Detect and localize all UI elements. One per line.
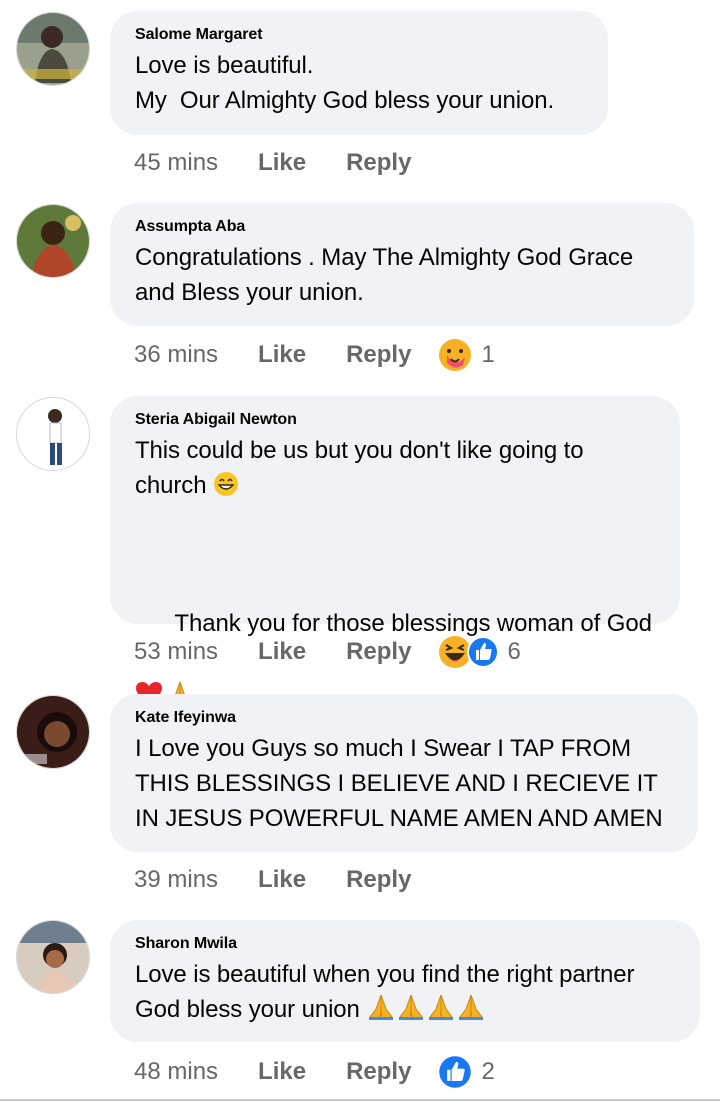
comment-bubble: Assumpta Aba Congratulations . May The A…	[110, 203, 694, 326]
avatar[interactable]	[16, 204, 90, 278]
comment-time[interactable]: 48 mins	[134, 1058, 218, 1086]
comment-author[interactable]: Kate Ifeyinwa	[135, 708, 672, 728]
comment-time[interactable]: 45 mins	[134, 149, 218, 177]
comment-actions: 39 mins Like Reply	[134, 865, 411, 895]
like-reaction-icon	[467, 636, 500, 668]
comment-time[interactable]: 36 mins	[134, 341, 218, 369]
folded-hands-icon	[399, 994, 424, 1020]
comment-author[interactable]: Assumpta Aba	[135, 217, 668, 237]
comment-bubble: Steria Abigail Newton This could be us b…	[110, 396, 680, 707]
comment-time[interactable]: 53 mins	[134, 638, 218, 666]
comment-time[interactable]: 39 mins	[134, 866, 218, 894]
comment-bubble: Kate Ifeyinwa I Love you Guys so much I …	[110, 694, 698, 852]
comment-text-line: Thank you for those blessings woman of G…	[174, 610, 652, 637]
comment-actions: 48 mins Like Reply 2	[134, 1054, 495, 1090]
reply-button[interactable]: Reply	[346, 638, 411, 666]
reaction-count: 6	[507, 638, 521, 665]
reaction-count: 2	[481, 1058, 495, 1085]
comment-bubble: Salome Margaret Love is beautiful. My Ou…	[110, 11, 608, 135]
care-reaction-icon	[439, 339, 472, 371]
comment-actions: 45 mins Like Reply	[134, 148, 411, 178]
avatar[interactable]	[16, 12, 90, 86]
comment-text: Love is beautiful when you find the righ…	[135, 957, 674, 1062]
avatar[interactable]	[16, 695, 90, 769]
like-reaction-icon	[437, 1054, 474, 1090]
reply-button[interactable]: Reply	[346, 149, 411, 177]
like-button[interactable]: Like	[258, 149, 306, 177]
comment-author[interactable]: Steria Abigail Newton	[135, 410, 654, 430]
comment-text: I Love you Guys so much I Swear I TAP FR…	[135, 735, 663, 832]
reaction-summary[interactable]: 6	[437, 634, 521, 670]
like-button[interactable]: Like	[258, 638, 306, 666]
comment-text-line: This could be us but you don't like goin…	[135, 437, 584, 499]
comment-author[interactable]: Sharon Mwila	[135, 934, 674, 954]
reaction-summary[interactable]: 2	[437, 1054, 495, 1090]
folded-hands-group	[366, 993, 486, 1021]
folded-hands-icon	[369, 994, 394, 1020]
reply-button[interactable]: Reply	[346, 341, 411, 369]
folded-hands-icon	[429, 994, 454, 1020]
comment-bubble: Sharon Mwila Love is beautiful when you …	[110, 920, 700, 1042]
avatar[interactable]	[16, 920, 90, 994]
comment-text: Love is beautiful. My Our Almighty God b…	[135, 52, 555, 114]
like-button[interactable]: Like	[258, 1058, 306, 1086]
comment-author[interactable]: Salome Margaret	[135, 25, 582, 45]
grinning-emoji-icon	[214, 472, 239, 496]
reaction-summary[interactable]: 1	[437, 337, 495, 373]
reply-button[interactable]: Reply	[346, 866, 411, 894]
comment-actions: 53 mins Like Reply 6	[134, 634, 521, 670]
like-button[interactable]: Like	[258, 866, 306, 894]
comment-text: Congratulations . May The Almighty God G…	[135, 244, 634, 306]
folded-hands-icon	[459, 994, 484, 1020]
reply-button[interactable]: Reply	[346, 1058, 411, 1086]
avatar[interactable]	[16, 397, 90, 471]
comment-actions: 36 mins Like Reply 1	[134, 337, 495, 373]
reaction-count: 1	[481, 341, 495, 368]
like-button[interactable]: Like	[258, 341, 306, 369]
